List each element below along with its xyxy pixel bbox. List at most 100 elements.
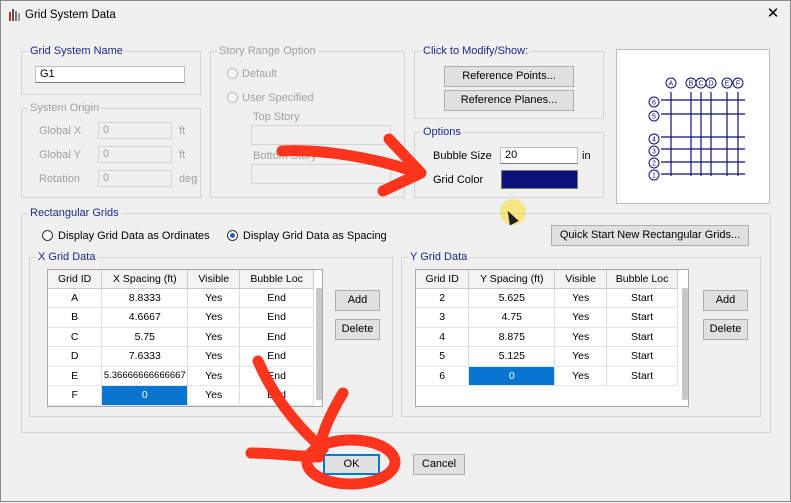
y-grid-scrollbar[interactable]	[682, 288, 688, 400]
bottom-story-select	[251, 164, 391, 184]
top-story-select	[251, 125, 391, 145]
preview-bubble-x: B	[689, 81, 694, 88]
user-specified-radio	[227, 92, 238, 103]
column-header[interactable]: Y Spacing (ft)	[468, 270, 556, 289]
table-row[interactable]: 2 5.625 Yes Start	[416, 288, 678, 308]
column-header[interactable]: Grid ID	[416, 270, 470, 289]
quick-start-button[interactable]: Quick Start New Rectangular Grids...	[551, 225, 749, 246]
x-add-button[interactable]: Add	[335, 290, 380, 311]
spacing-cell[interactable]: 5.75	[101, 327, 189, 347]
visible-cell[interactable]: Yes	[187, 385, 241, 406]
spacing-cell[interactable]: 4.75	[468, 307, 556, 328]
app-icon	[9, 9, 20, 21]
grid-id-cell[interactable]: 3	[416, 307, 470, 328]
rotation-field: 0	[98, 170, 172, 187]
reference-planes-button[interactable]: Reference Planes...	[444, 90, 574, 111]
grid-id-cell[interactable]: B	[48, 307, 103, 328]
bubble-loc-cell[interactable]: End	[239, 346, 314, 367]
top-story-label: Top Story	[253, 111, 300, 123]
column-header[interactable]: Bubble Loc	[239, 270, 314, 289]
table-row[interactable]: C 5.75 Yes End	[48, 327, 314, 347]
spacing-cell-selected[interactable]: 0	[101, 385, 189, 406]
y-grid-header-row: Grid ID Y Spacing (ft) Visible Bubble Lo…	[416, 270, 678, 289]
title-bar: Grid System Data ✕	[1, 1, 790, 31]
global-y-label: Global Y	[39, 149, 81, 161]
grid-system-name-label: Grid System Name	[28, 45, 125, 57]
visible-cell[interactable]: Yes	[554, 366, 608, 386]
y-delete-button[interactable]: Delete	[703, 319, 748, 340]
visible-cell[interactable]: Yes	[187, 366, 241, 386]
x-grid-scrollbar[interactable]	[316, 288, 322, 400]
x-grid-table: Grid ID X Spacing (ft) Visible Bubble Lo…	[48, 270, 314, 406]
bubble-size-label: Bubble Size	[433, 150, 492, 162]
x-delete-button[interactable]: Delete	[335, 319, 380, 340]
preview-bubble-y: 1	[652, 173, 656, 180]
bubble-loc-cell[interactable]: End	[239, 288, 314, 308]
visible-cell[interactable]: Yes	[187, 288, 241, 308]
grid-id-cell[interactable]: E	[48, 366, 103, 386]
visible-cell[interactable]: Yes	[187, 327, 241, 347]
bubble-loc-cell[interactable]: Start	[606, 366, 678, 386]
visible-cell[interactable]: Yes	[554, 307, 608, 328]
ok-button[interactable]: OK	[323, 454, 380, 475]
column-header[interactable]: Visible	[554, 270, 608, 289]
spacing-cell-selected[interactable]: 0	[468, 366, 556, 386]
grid-id-cell[interactable]: 4	[416, 327, 470, 347]
bubble-loc-cell[interactable]: Start	[606, 346, 678, 367]
reference-points-button[interactable]: Reference Points...	[444, 66, 574, 87]
spacing-cell[interactable]: 8.8333	[101, 288, 189, 308]
visible-cell[interactable]: Yes	[187, 307, 241, 328]
global-y-unit: ft	[179, 149, 186, 161]
visible-cell[interactable]: Yes	[554, 346, 608, 367]
global-x-unit: ft	[179, 125, 186, 137]
spacing-cell[interactable]: 4.6667	[101, 307, 189, 328]
column-header[interactable]: Bubble Loc	[606, 270, 678, 289]
table-row[interactable]: 5 5.125 Yes Start	[416, 346, 678, 367]
bubble-loc-cell[interactable]: End	[239, 327, 314, 347]
y-add-button[interactable]: Add	[703, 290, 748, 311]
table-row[interactable]: F 0 Yes End	[48, 385, 314, 406]
story-range-label: Story Range Option	[217, 45, 318, 57]
grid-id-cell[interactable]: D	[48, 346, 103, 367]
grid-color-swatch[interactable]	[501, 170, 578, 189]
spacing-cell[interactable]: 5.125	[468, 346, 556, 367]
table-row[interactable]: 3 4.75 Yes Start	[416, 307, 678, 328]
spacing-cell[interactable]: 5.36666666666667	[101, 366, 189, 386]
grid-system-name-input[interactable]: G1	[35, 66, 185, 83]
bubble-loc-cell[interactable]: Start	[606, 288, 678, 308]
grid-id-cell[interactable]: F	[48, 385, 103, 406]
visible-cell[interactable]: Yes	[187, 346, 241, 367]
grid-id-cell[interactable]: 2	[416, 288, 470, 308]
column-header[interactable]: Grid ID	[48, 270, 103, 289]
visible-cell[interactable]: Yes	[554, 327, 608, 347]
spacing-radio[interactable]	[227, 230, 238, 241]
grid-id-cell[interactable]: A	[48, 288, 103, 308]
bubble-size-input[interactable]: 20	[500, 147, 578, 164]
ordinates-radio[interactable]	[42, 230, 53, 241]
column-header[interactable]: X Spacing (ft)	[101, 270, 189, 289]
table-row[interactable]: D 7.6333 Yes End	[48, 346, 314, 367]
grid-id-cell[interactable]: 6	[416, 366, 470, 386]
table-row[interactable]: 4 8.875 Yes Start	[416, 327, 678, 347]
bubble-loc-cell[interactable]: End	[239, 366, 314, 386]
spacing-cell[interactable]: 5.625	[468, 288, 556, 308]
spacing-cell[interactable]: 8.875	[468, 327, 556, 347]
table-row[interactable]: 6 0 Yes Start	[416, 366, 678, 386]
close-icon[interactable]: ✕	[764, 5, 782, 23]
bubble-loc-cell[interactable]: Start	[606, 307, 678, 328]
bubble-loc-cell[interactable]: Start	[606, 327, 678, 347]
spacing-cell[interactable]: 7.6333	[101, 346, 189, 367]
preview-bubble-y: 4	[652, 137, 656, 144]
cancel-button[interactable]: Cancel	[413, 454, 465, 475]
table-row[interactable]: E 5.36666666666667 Yes End	[48, 366, 314, 386]
visible-cell[interactable]: Yes	[554, 288, 608, 308]
table-row[interactable]: B 4.6667 Yes End	[48, 307, 314, 328]
preview-bubble-x: F	[736, 81, 740, 88]
column-header[interactable]: Visible	[187, 270, 241, 289]
table-row[interactable]: A 8.8333 Yes End	[48, 288, 314, 308]
grid-id-cell[interactable]: 5	[416, 346, 470, 367]
bubble-loc-cell[interactable]: End	[239, 307, 314, 328]
grid-id-cell[interactable]: C	[48, 327, 103, 347]
x-grid-data-label: X Grid Data	[36, 251, 98, 263]
bubble-loc-cell[interactable]: End	[239, 385, 314, 406]
